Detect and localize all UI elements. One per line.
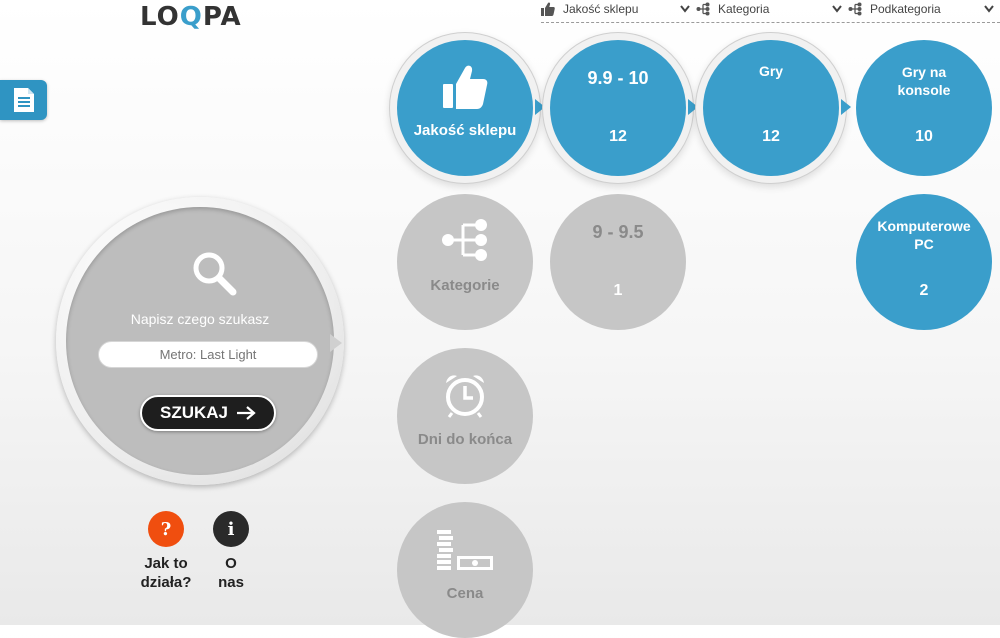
about-label-line2: nas [218,574,244,591]
result-bubble-rating-low-title: 9 - 9.5 [592,222,644,242]
question-icon: ? [148,511,184,547]
chevron-down-icon [984,5,994,13]
result-bubble-rating-high[interactable]: 9.9 - 10 12 [550,40,698,176]
filter-bar: Jakość sklepu Kategoria Podkategoria [541,0,1000,23]
tree-icon [442,219,487,261]
bubble-pointer [535,99,545,115]
how-it-works-label: Jak to działa? [133,554,199,592]
result-bubble-pc-count: 2 [919,282,929,299]
thumbs-up-icon [443,65,488,109]
bubble-pointer [841,99,851,115]
filter-quality-label: Jakość sklepu [563,2,639,16]
tree-icon [696,2,710,16]
result-bubble-pc-title: Komputerowe PC [856,217,992,253]
how-it-works-label-line1: Jak to [144,555,188,572]
result-bubble-rating-low[interactable]: 9 - 9.5 1 [550,194,686,330]
how-it-works-link[interactable]: ? Jak to działa? [133,511,199,592]
search-pointer [330,334,342,352]
tree-icon [848,2,862,16]
nav-bubble-price[interactable]: Cena [397,502,533,638]
nav-bubble-days-left-label: Dni do końca [417,431,513,448]
result-bubble-console-games[interactable]: Gry na konsole 10 [856,40,992,176]
logo-text-1: LO [140,2,180,32]
result-bubble-games-title: Gry [758,63,784,79]
result-bubble-games-count: 12 [762,128,780,145]
bubble-pointer [688,99,698,115]
nav-bubble-categories-label: Kategorie [430,277,500,294]
console-games-title-line2: konsole [897,82,951,98]
pc-title-line1: Komputerowe [877,218,971,234]
search-label: Napisz czego szukasz [130,311,270,327]
logo[interactable]: LOQPA [140,2,242,32]
pc-title-line2: PC [914,236,934,252]
result-bubble-rating-high-count: 12 [609,128,627,145]
search-button-label: SZUKAJ [159,403,228,422]
search-panel: Napisz czego szukasz SZUKAJ [56,197,344,485]
result-bubble-pc[interactable]: Komputerowe PC 2 [856,194,992,330]
about-label-line1: O [225,555,237,572]
result-bubble-console-games-title: Gry na konsole [856,63,992,99]
chevron-down-icon [680,5,690,13]
filter-category[interactable]: Kategoria [696,0,848,18]
document-icon [13,88,34,112]
filter-quality[interactable]: Jakość sklepu [541,0,696,18]
result-bubble-rating-high-title: 9.9 - 10 [587,68,649,88]
filter-subcategory[interactable]: Podkategoria [848,0,1000,18]
result-bubble-games[interactable]: Gry 12 [703,40,851,176]
arrow-right-icon [237,406,256,420]
logo-text-3: PA [202,2,242,32]
how-it-works-label-line2: działa? [140,574,192,591]
filter-category-label: Kategoria [718,2,770,16]
chevron-down-icon [832,5,842,13]
console-games-title-line1: Gry na [901,64,947,80]
search-icon [193,252,237,296]
nav-bubble-days-left[interactable]: Dni do końca [397,348,533,484]
search-input[interactable] [98,341,318,368]
thumbs-up-icon [541,2,555,16]
about-link[interactable]: i O nas [207,511,255,592]
result-bubble-rating-low-count: 1 [613,282,623,299]
side-document-tab[interactable] [0,80,47,120]
nav-bubble-categories[interactable]: Kategorie [397,194,533,330]
money-stack-icon [437,530,493,570]
filter-subcategory-label: Podkategoria [870,2,941,16]
search-button[interactable]: SZUKAJ [140,395,276,431]
logo-text-2: Q [179,2,203,32]
result-bubble-console-games-count: 10 [915,128,933,145]
nav-bubble-quality-label: Jakość sklepu [413,122,517,139]
nav-bubble-quality[interactable]: Jakość sklepu [397,40,545,176]
info-icon: i [213,511,249,547]
nav-bubble-price-label: Cena [446,585,484,602]
about-label: O nas [207,554,255,592]
alarm-clock-icon [446,375,484,418]
search-panel-inner: Napisz czego szukasz SZUKAJ [66,207,334,475]
